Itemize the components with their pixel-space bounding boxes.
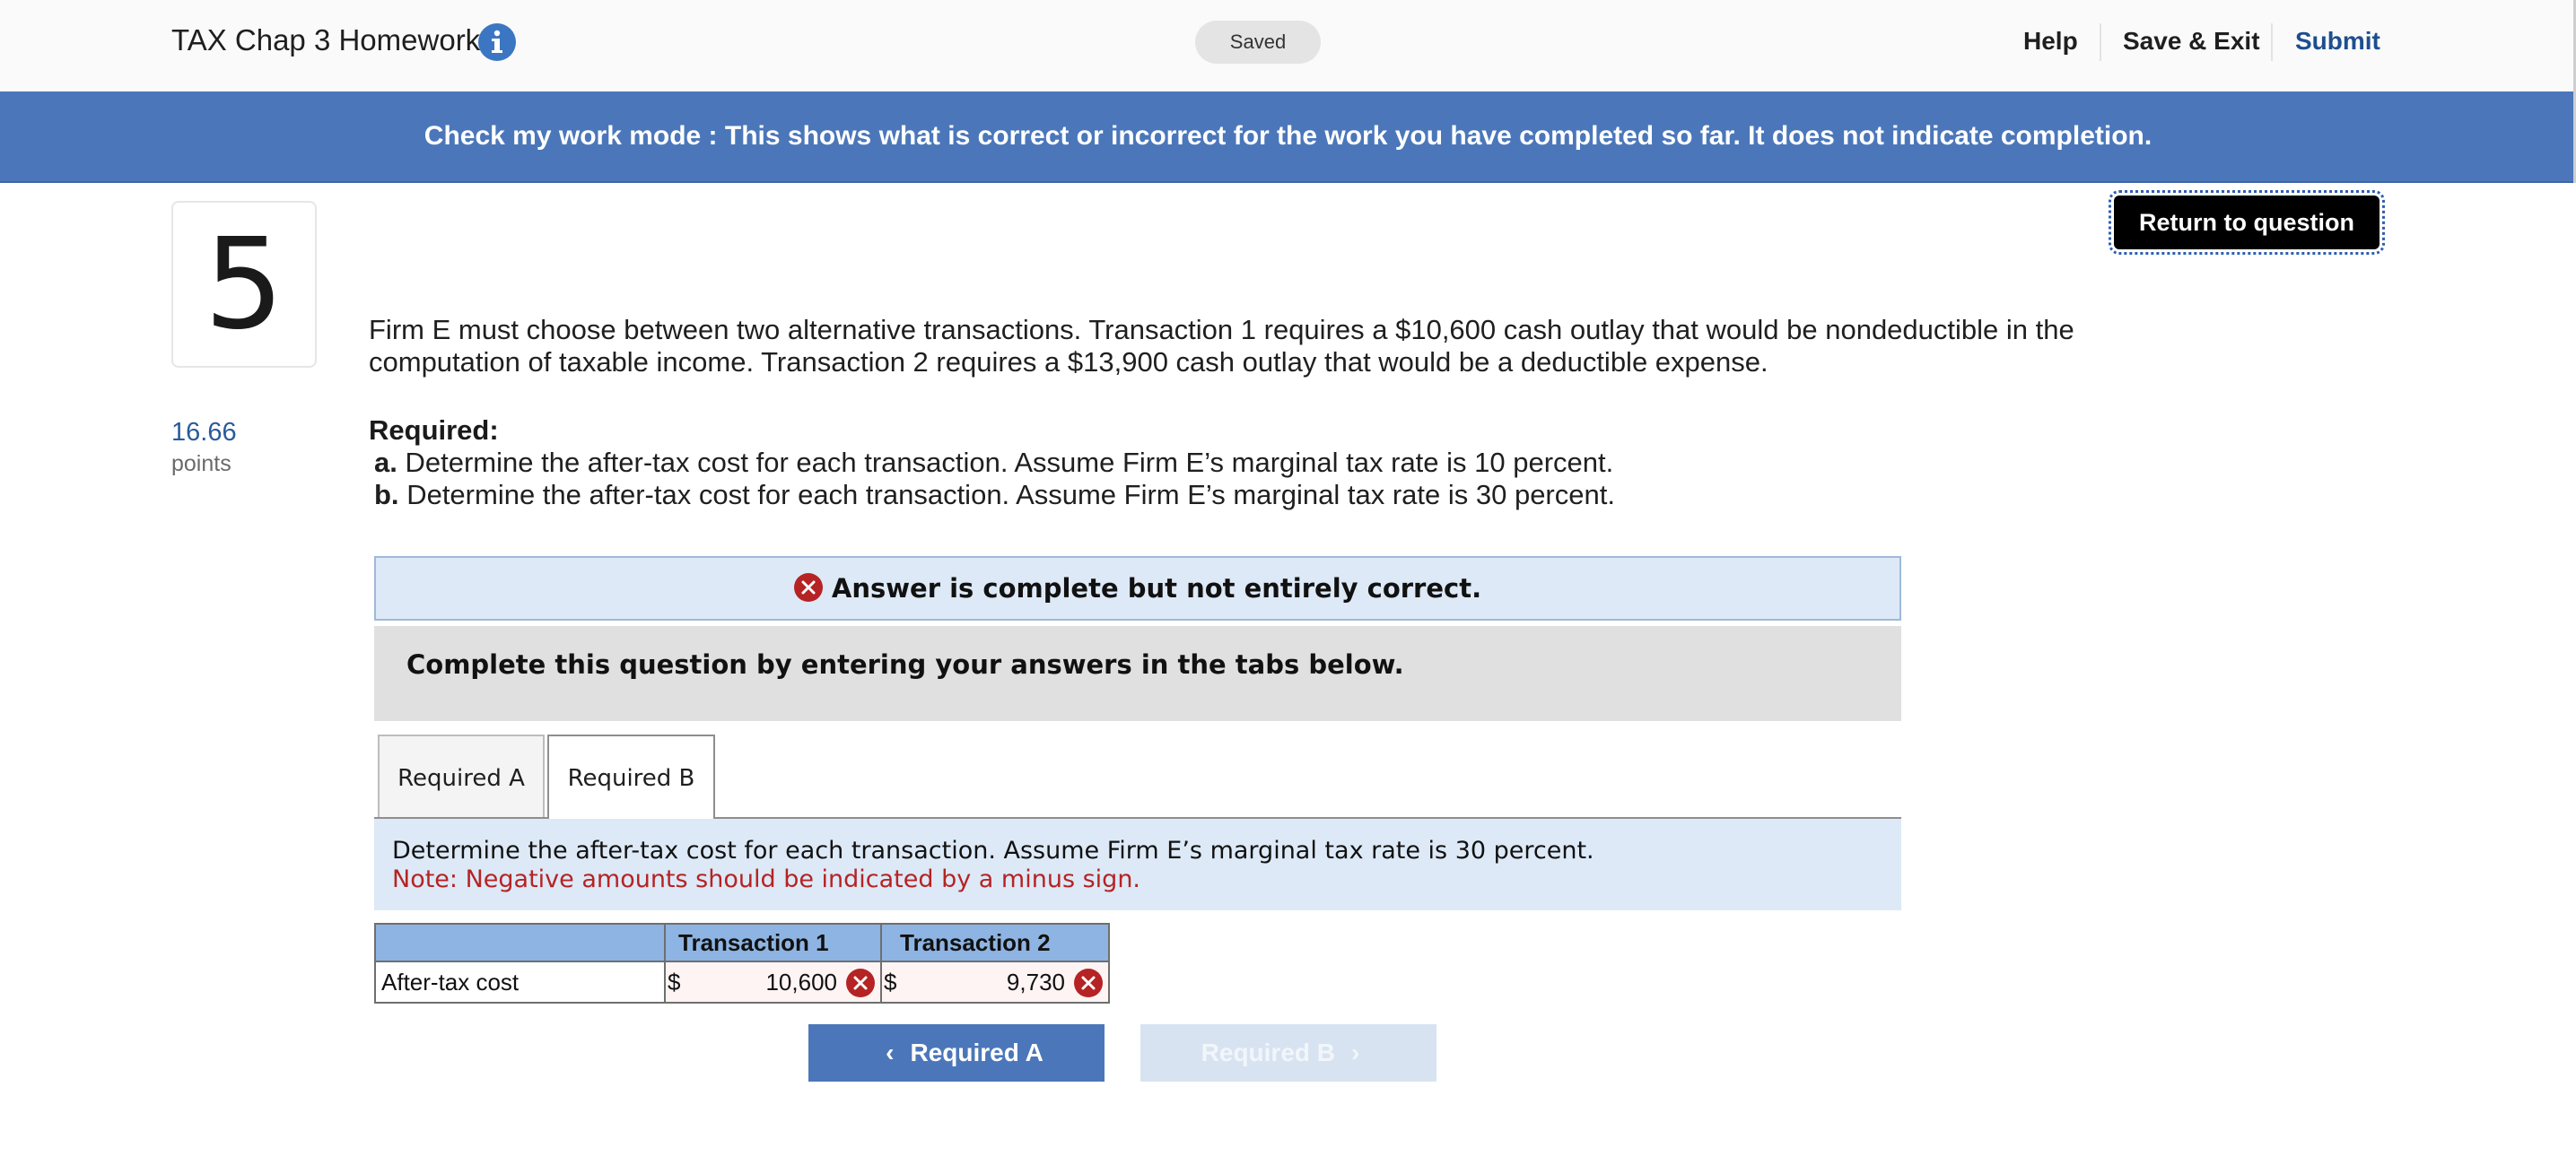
- required-item-a: a. Determine the after-tax cost for each…: [374, 447, 1613, 479]
- instructions-box: Complete this question by entering your …: [374, 626, 1901, 721]
- transaction-1-value: 10,600: [765, 969, 837, 996]
- tab-required-b[interactable]: Required B: [547, 735, 715, 821]
- tab-note-text: Note: Negative amounts should be indicat…: [392, 865, 1141, 893]
- transaction-2-value: 9,730: [1006, 969, 1065, 996]
- required-item-text: Determine the after-tax cost for each tr…: [405, 447, 1614, 478]
- required-item-letter: b.: [374, 479, 399, 510]
- points-value: 16.66: [171, 418, 237, 447]
- next-tab-label: Required B: [1201, 1039, 1336, 1066]
- tab-prompt-box: Determine the after-tax cost for each tr…: [374, 819, 1901, 910]
- incorrect-icon: [846, 969, 875, 997]
- points-label: points: [171, 451, 231, 476]
- answer-status-text: Answer is complete but not entirely corr…: [831, 573, 1482, 604]
- previous-tab-label: Required A: [910, 1039, 1043, 1066]
- info-icon[interactable]: [478, 23, 516, 61]
- submit-link[interactable]: Submit: [2295, 27, 2380, 56]
- required-title: Required:: [369, 414, 499, 446]
- table-header-transaction-1: Transaction 1: [664, 923, 882, 962]
- required-item-b: b. Determine the after-tax cost for each…: [374, 479, 1615, 511]
- incorrect-icon: [793, 573, 823, 602]
- chevron-right-icon: ›: [1351, 1039, 1360, 1066]
- currency-symbol: $: [668, 969, 681, 996]
- header-divider: [2271, 23, 2273, 61]
- check-my-work-banner: Check my work mode : This shows what is …: [0, 91, 2576, 183]
- question-number-card: 5: [171, 201, 317, 368]
- tab-required-a[interactable]: Required A: [378, 735, 545, 819]
- incorrect-icon: [1074, 969, 1103, 997]
- answer-status-box: Answer is complete but not entirely corr…: [374, 556, 1901, 621]
- next-tab-button[interactable]: Required B ›: [1140, 1024, 1436, 1082]
- return-to-question-button[interactable]: Return to question: [2109, 190, 2385, 255]
- required-item-letter: a.: [374, 447, 397, 478]
- assignment-title: TAX Chap 3 Homework: [171, 23, 481, 57]
- saved-status-badge: Saved: [1195, 21, 1321, 64]
- currency-symbol: $: [884, 969, 897, 996]
- table-header-blank: [374, 923, 666, 962]
- required-item-text: Determine the after-tax cost for each tr…: [406, 479, 1615, 510]
- transaction-1-input[interactable]: $ 10,600: [664, 961, 882, 1004]
- tab-prompt-text: Determine the after-tax cost for each tr…: [392, 837, 1594, 865]
- table-row-label: After-tax cost: [374, 961, 666, 1004]
- chevron-left-icon: ‹: [886, 1039, 895, 1066]
- save-exit-link[interactable]: Save & Exit: [2123, 27, 2260, 56]
- question-text: Firm E must choose between two alternati…: [369, 314, 2074, 378]
- help-link[interactable]: Help: [2023, 27, 2078, 56]
- previous-tab-button[interactable]: ‹ Required A: [808, 1024, 1105, 1082]
- transaction-2-input[interactable]: $ 9,730: [880, 961, 1110, 1004]
- banner-text: Check my work mode : This shows what is …: [424, 121, 2152, 151]
- header-divider: [2100, 23, 2101, 61]
- question-number: 5: [204, 212, 284, 358]
- table-header-transaction-2: Transaction 2: [880, 923, 1110, 962]
- instructions-text: Complete this question by entering your …: [406, 649, 1404, 680]
